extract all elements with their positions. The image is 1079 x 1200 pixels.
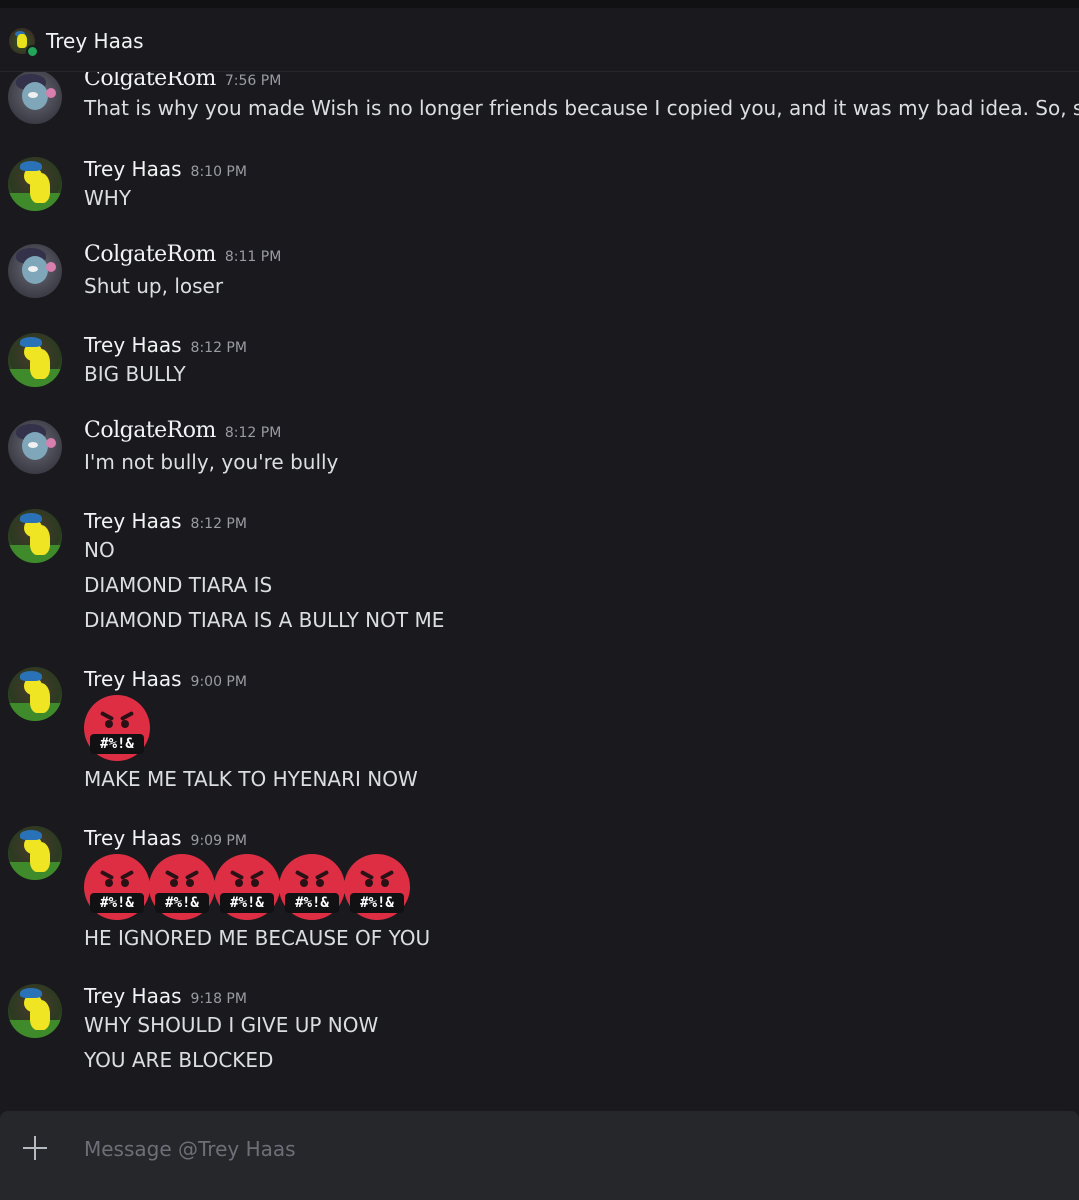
author-name[interactable]: Trey Haas xyxy=(84,157,182,181)
timestamp: 8:10 PM xyxy=(190,164,247,180)
message-text: MAKE ME TALK TO HYENARI NOW xyxy=(84,767,418,791)
author-name[interactable]: ColgateRom xyxy=(84,72,216,91)
avatar[interactable] xyxy=(8,420,62,474)
message-text: HE IGNORED ME BECAUSE OF YOU xyxy=(84,926,431,950)
message-composer xyxy=(0,1111,1079,1200)
message-header: ColgateRom 8:12 PM xyxy=(84,418,281,443)
face-with-symbols-on-mouth-icon[interactable]: #%!& xyxy=(344,854,410,920)
timestamp: 8:12 PM xyxy=(190,516,247,532)
timestamp: 7:56 PM xyxy=(224,73,282,89)
avatar[interactable] xyxy=(8,667,62,721)
face-with-symbols-on-mouth-icon[interactable]: #%!& xyxy=(149,854,215,920)
message-text: NO xyxy=(84,538,115,562)
author-name[interactable]: Trey Haas xyxy=(84,667,182,691)
message-header: Trey Haas 8:10 PM xyxy=(84,157,247,181)
avatar[interactable] xyxy=(8,984,62,1038)
message-text: WHY xyxy=(84,186,132,210)
face-with-symbols-on-mouth-icon[interactable]: #%!& xyxy=(279,854,345,920)
author-name[interactable]: Trey Haas xyxy=(84,984,182,1008)
message-text: DIAMOND TIARA IS A BULLY NOT ME xyxy=(84,608,445,632)
avatar[interactable] xyxy=(8,244,62,298)
message-list[interactable]: ColgateRom 7:56 PM That is why you made W… xyxy=(0,72,1079,1110)
channel-header: Trey Haas xyxy=(0,8,1079,72)
message-text: DIAMOND TIARA IS xyxy=(84,573,273,597)
face-with-symbols-on-mouth-icon[interactable]: #%!& xyxy=(84,695,150,761)
message-text: YOU ARE BLOCKED xyxy=(84,1048,274,1072)
message-header: ColgateRom 7:56 PM xyxy=(84,72,281,91)
plus-icon[interactable] xyxy=(22,1135,48,1161)
timestamp: 9:18 PM xyxy=(190,991,247,1007)
message-text: BIG BULLY xyxy=(84,362,186,386)
message-text: Shut up, loser xyxy=(84,274,224,298)
online-status-icon xyxy=(26,45,39,58)
avatar[interactable] xyxy=(8,72,62,124)
emoji-row: #%!& #%!& #%!& #%!& #%!& xyxy=(84,854,410,920)
emoji-row: #%!& xyxy=(84,695,150,761)
timestamp: 8:12 PM xyxy=(224,425,282,441)
avatar[interactable] xyxy=(8,826,62,880)
message-input[interactable] xyxy=(70,1131,1064,1167)
author-name[interactable]: ColgateRom xyxy=(84,418,216,443)
message-text: WHY SHOULD I GIVE UP NOW xyxy=(84,1013,379,1037)
message-text: That is why you made Wish is no longer f… xyxy=(84,96,1079,120)
message-header: Trey Haas 9:00 PM xyxy=(84,667,247,691)
avatar[interactable] xyxy=(8,509,62,563)
timestamp: 8:11 PM xyxy=(224,249,282,265)
author-name[interactable]: Trey Haas xyxy=(84,826,182,850)
timestamp: 9:09 PM xyxy=(190,833,247,849)
message-text: I'm not bully, you're bully xyxy=(84,450,339,474)
avatar[interactable] xyxy=(8,157,62,211)
message-header: Trey Haas 8:12 PM xyxy=(84,333,247,357)
timestamp: 9:00 PM xyxy=(190,674,247,690)
dm-window: Trey Haas ColgateRom 7:56 PM That is why … xyxy=(0,0,1079,1200)
face-with-symbols-on-mouth-icon[interactable]: #%!& xyxy=(214,854,280,920)
message-header: Trey Haas 8:12 PM xyxy=(84,509,247,533)
message-header: ColgateRom 8:11 PM xyxy=(84,242,281,267)
author-name[interactable]: Trey Haas xyxy=(84,509,182,533)
message-header: Trey Haas 9:09 PM xyxy=(84,826,247,850)
header-title[interactable]: Trey Haas xyxy=(46,29,144,53)
avatar[interactable] xyxy=(8,333,62,387)
face-with-symbols-on-mouth-icon[interactable]: #%!& xyxy=(84,854,150,920)
message-header: Trey Haas 9:18 PM xyxy=(84,984,247,1008)
author-name[interactable]: Trey Haas xyxy=(84,333,182,357)
author-name[interactable]: ColgateRom xyxy=(84,242,216,267)
timestamp: 8:12 PM xyxy=(190,340,247,356)
window-top-strip xyxy=(0,0,1079,8)
